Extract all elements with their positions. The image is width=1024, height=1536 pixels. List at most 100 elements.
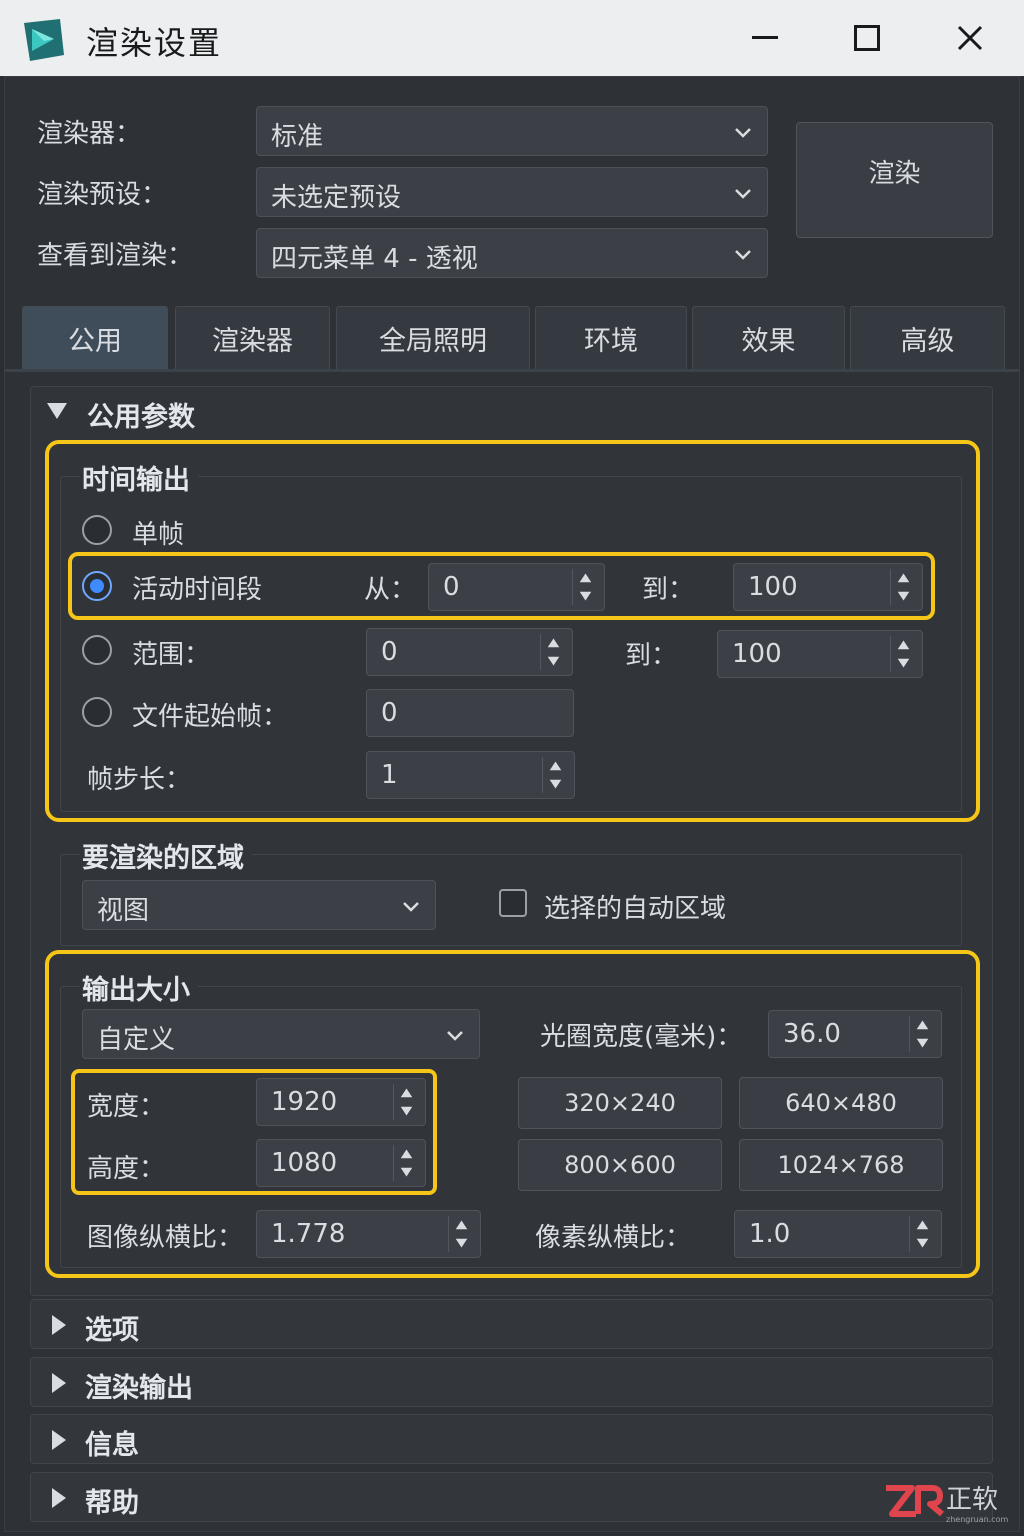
rollout-options[interactable]: 选项 [30,1299,993,1349]
render-preset-label: 渲染预设： [37,180,168,210]
zr-watermark-logo: 正软 zhengruan.com [882,1480,1012,1526]
range-to-value: 100 [732,639,782,669]
active-segment-radio[interactable] [82,571,112,601]
file-start-frame-label: 文件起始帧： [132,702,289,732]
height-label: 高度： [87,1154,166,1184]
tab-advanced[interactable]: 高级 [850,306,1005,370]
minimize-button[interactable] [741,16,789,60]
renderer-value: 标准 [271,122,324,152]
spinner-arrows-icon[interactable] [572,569,598,605]
pixel-aspect-label: 像素纵横比： [535,1223,692,1253]
watermark-subtext: zhengruan.com [946,1515,1009,1524]
pixel-aspect-value: 1.0 [749,1219,791,1249]
range-from-value: 0 [381,637,398,667]
tab-effects[interactable]: 效果 [692,306,845,370]
spinner-arrows-icon[interactable] [909,1216,935,1252]
close-icon [957,25,983,51]
active-segment-label: 活动时间段 [132,575,263,605]
range-to-label: 到： [625,641,678,671]
tab-global-illumination[interactable]: 全局照明 [336,306,530,370]
spinner-arrows-icon[interactable] [540,634,566,670]
tab-common[interactable]: 公用 [22,306,168,370]
expand-triangle-icon [52,1315,66,1335]
single-frame-radio[interactable] [82,515,112,545]
range-radio[interactable] [82,635,112,665]
window-title: 渲染设置 [86,24,223,62]
render-button[interactable]: 渲染 [796,122,993,238]
spinner-arrows-icon[interactable] [393,1145,419,1181]
output-size-title: 输出大小 [80,968,198,1007]
file-start-frame-input[interactable]: 0 [366,689,574,737]
preset-320x240-button[interactable]: 320×240 [518,1077,722,1129]
output-size-preset-value: 自定义 [97,1025,176,1055]
from-label: 从： [364,575,417,605]
area-to-render-dropdown[interactable]: 视图 [82,880,436,930]
frame-step-spinner[interactable]: 1 [366,751,575,799]
spinner-arrows-icon[interactable] [890,636,916,672]
chevron-down-icon [403,902,419,912]
height-spinner[interactable]: 1080 [256,1139,426,1187]
image-aspect-spinner[interactable]: 1.778 [256,1210,481,1258]
chevron-down-icon [735,128,751,138]
view-to-render-label: 查看到渲染： [37,241,194,271]
render-preset-value: 未选定预设 [271,183,402,213]
spinner-arrows-icon[interactable] [890,569,916,605]
spinner-arrows-icon[interactable] [909,1016,935,1052]
to-label: 到： [642,575,695,605]
close-button[interactable] [946,16,994,60]
spinner-arrows-icon[interactable] [393,1084,419,1120]
range-to-spinner[interactable]: 100 [717,630,923,678]
watermark-text: 正软 [946,1485,998,1515]
active-to-value: 100 [748,572,798,602]
rollout-render-output-label: 渲染输出 [85,1373,193,1404]
expand-triangle-icon [52,1488,66,1508]
width-label: 宽度： [87,1092,166,1122]
common-params-header[interactable]: 公用参数 [87,395,195,434]
frame-step-value: 1 [381,760,398,790]
range-from-spinner[interactable]: 0 [366,628,573,676]
view-to-render-dropdown[interactable]: 四元菜单 4 - 透视 [256,228,768,278]
active-to-spinner[interactable]: 100 [733,563,923,611]
spinner-arrows-icon[interactable] [448,1216,474,1252]
height-value: 1080 [271,1148,338,1178]
single-frame-label: 单帧 [132,520,185,550]
tab-renderer[interactable]: 渲染器 [175,306,330,370]
spinner-arrows-icon[interactable] [542,757,568,793]
renderer-dropdown[interactable]: 标准 [256,106,768,156]
collapse-triangle-icon[interactable] [46,402,68,420]
preset-1024x768-button[interactable]: 1024×768 [739,1139,943,1191]
range-label: 范围： [132,640,211,670]
aperture-width-label: 光圈宽度(毫米)： [540,1022,743,1052]
preset-640x480-button[interactable]: 640×480 [739,1077,943,1129]
title-bar: 渲染设置 [0,0,1024,76]
image-aspect-value: 1.778 [271,1219,346,1249]
minimize-icon [752,36,778,39]
rollout-render-output[interactable]: 渲染输出 [30,1357,993,1407]
tab-underline [4,369,1020,372]
maximize-button[interactable] [843,16,891,60]
rollout-info[interactable]: 信息 [30,1414,993,1464]
auto-region-checkbox[interactable] [499,889,527,917]
render-preset-dropdown[interactable]: 未选定预设 [256,167,768,217]
output-size-preset-dropdown[interactable]: 自定义 [82,1009,480,1059]
chevron-down-icon [735,250,751,260]
preset-800x600-button[interactable]: 800×600 [518,1139,722,1191]
frame-step-label: 帧步长： [87,765,192,795]
pixel-aspect-spinner[interactable]: 1.0 [734,1210,942,1258]
area-to-render-title: 要渲染的区域 [80,836,252,875]
tab-environment[interactable]: 环境 [535,306,687,370]
file-start-frame-value: 0 [381,698,398,728]
expand-triangle-icon [52,1373,66,1393]
active-from-spinner[interactable]: 0 [428,563,605,611]
rollout-options-label: 选项 [85,1315,139,1346]
active-from-value: 0 [443,572,460,602]
maximize-icon [854,25,880,51]
view-to-render-value: 四元菜单 4 - 透视 [271,244,478,274]
width-spinner[interactable]: 1920 [256,1078,426,1126]
width-value: 1920 [271,1087,338,1117]
area-to-render-value: 视图 [97,896,150,926]
file-start-frame-radio[interactable] [82,697,112,727]
rollout-help[interactable]: 帮助 [30,1472,993,1522]
image-aspect-label: 图像纵横比： [87,1223,244,1253]
aperture-width-spinner[interactable]: 36.0 [768,1010,942,1058]
